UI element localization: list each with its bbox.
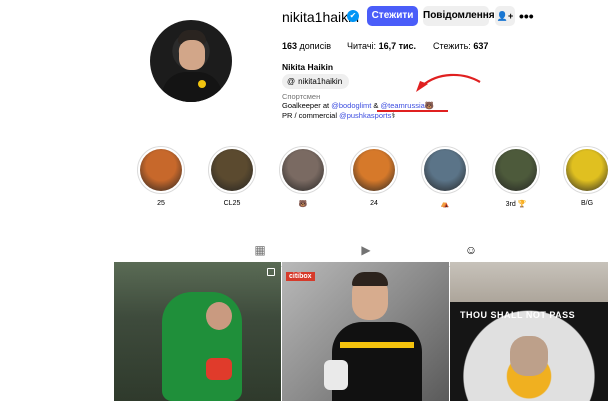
follow-button[interactable]: Стежити [367,6,418,26]
highlight-ring [563,146,608,194]
followers-label: Читачі: [347,41,377,51]
carousel-icon [267,268,275,276]
posts-label: дописів [299,41,331,51]
post-image [206,358,232,380]
followers-count: 16,7 тис. [378,41,417,51]
highlight-cover [495,149,537,191]
story-highlight[interactable]: 🐻 [277,146,329,208]
post-thumbnail[interactable]: citibox [282,262,449,401]
highlight-cover [140,149,182,191]
post-brand-text: citibox [286,272,315,281]
highlight-label: 🐻 [298,201,308,208]
threads-badge[interactable]: @ nikita1haikin [282,74,350,89]
highlight-ring [137,146,185,194]
bio-mention-bodoglimt[interactable]: @bodoglimt [331,101,371,110]
post-image [352,272,388,286]
followers-stat[interactable]: Читачі: 16,7 тис. [347,41,416,51]
bio-text: Goalkeeper at [282,101,332,110]
highlight-label: CL25 [223,200,241,207]
posts-count: 163 [282,41,298,51]
post-thumbnail[interactable]: THOU SHALL NOT PASS [450,262,608,401]
post-image [510,336,548,376]
threads-handle: nikita1haikin [298,77,343,86]
highlight-cover [211,149,253,191]
story-highlight[interactable]: 24 [348,146,400,207]
profile-full-name: Nikita Haikin [282,62,334,72]
bio-line-2: PR / commercial @pushkasports⚕ [282,111,395,120]
following-label: Стежить: [433,41,471,51]
post-image [206,302,232,330]
highlight-label: ⛺ [440,201,450,208]
following-count: 637 [473,41,489,51]
post-image [340,342,414,348]
bio-line-1: Goalkeeper at @bodoglimt & @teamrussia🐻 [282,101,434,110]
highlight-ring [279,146,327,194]
highlight-label: 25 [157,200,165,207]
highlight-label: B/G [580,200,594,207]
highlight-label: 3rd 🏆 [505,201,527,208]
bio-text: PR / commercial [282,111,340,120]
story-highlight[interactable]: ⛺ [419,146,471,208]
tagged-icon[interactable]: ☺ [463,242,479,258]
highlight-ring [208,146,256,194]
posts-stat: 163 дописів [282,41,331,51]
bio-mention-teamrussia[interactable]: @teamrussia [381,101,425,110]
highlight-label: 24 [370,200,378,207]
highlight-ring [492,146,540,194]
verified-badge-icon: ✔ [347,10,359,22]
story-highlight[interactable]: 25 [135,146,187,207]
following-stat[interactable]: Стежить: 637 [433,41,488,51]
highlight-cover [282,149,324,191]
highlight-cover [566,149,608,191]
bio-emoji: 🐻 [424,101,435,110]
avatar-body [162,72,222,102]
bio-emoji: ⚕ [391,111,396,120]
bio-mention-pushkasports[interactable]: @pushkasports [339,111,391,120]
avatar-face [179,40,205,70]
grid-icon[interactable]: ▦ [252,242,268,258]
avatar-club-logo [198,80,206,88]
highlight-cover [353,149,395,191]
reels-icon[interactable]: ▶ [358,242,374,258]
highlight-cover [424,149,466,191]
red-underline-annotation [377,110,448,112]
post-banner-text: THOU SHALL NOT PASS [460,310,576,320]
post-image [324,360,348,390]
profile-avatar[interactable] [150,20,232,102]
highlight-ring [350,146,398,194]
add-person-icon[interactable]: 👤+ [495,6,515,26]
red-arrow-annotation [416,73,481,92]
story-highlight[interactable]: 3rd 🏆 [490,146,542,208]
profile-category: Спортсмен [282,92,321,101]
message-button[interactable]: Повідомлення [423,6,495,26]
post-thumbnail[interactable] [114,262,281,401]
story-highlight[interactable]: B/G [561,146,608,207]
more-icon[interactable]: ••• [519,6,534,26]
story-highlight[interactable]: CL25 [206,146,258,207]
highlight-ring [421,146,469,194]
threads-icon: @ [287,77,296,86]
bio-text: & [371,101,381,110]
